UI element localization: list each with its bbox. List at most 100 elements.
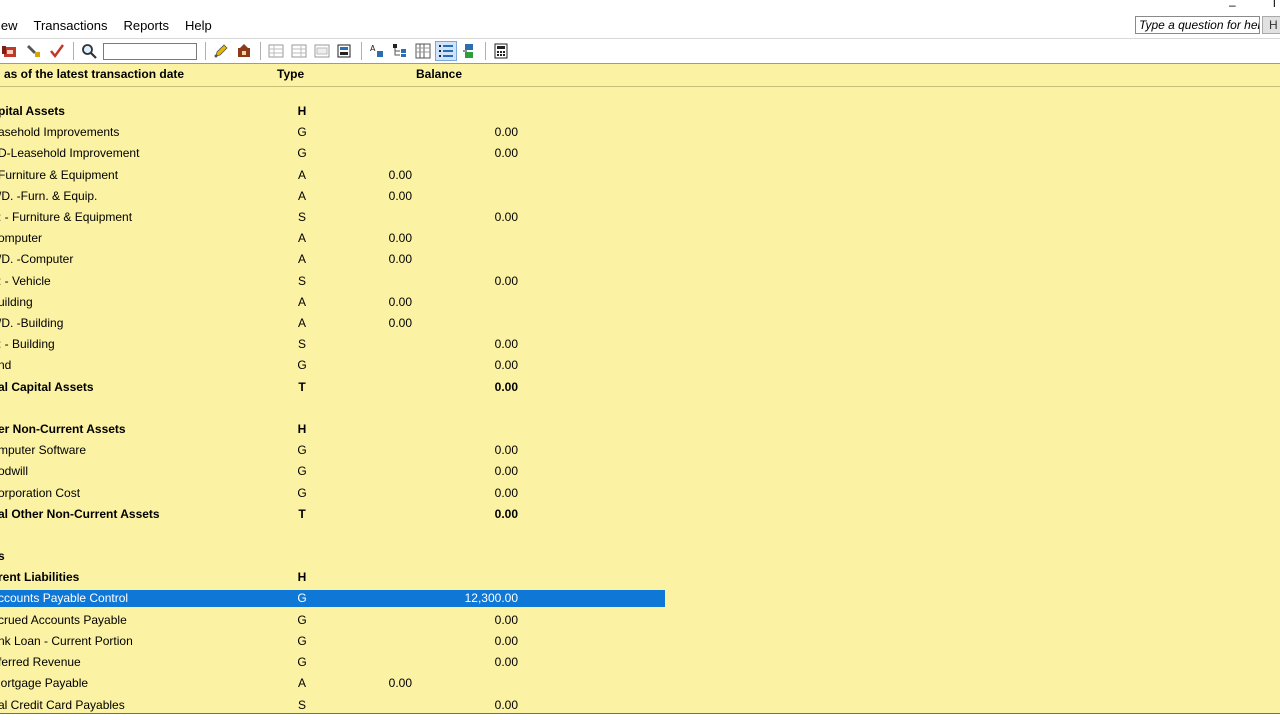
account-type: G (297, 655, 307, 670)
account-name: ferred Revenue (0, 655, 81, 670)
debit-balance: 0.00 (388, 294, 412, 309)
header-name: as of the latest transaction date (4, 67, 185, 81)
tree-icon[interactable] (389, 41, 411, 61)
table-row[interactable]: al Credit Card Payables S 0.00 (0, 695, 1280, 713)
grid-view-3-icon[interactable] (311, 41, 333, 61)
account-name: : - Building (0, 337, 55, 352)
account-type: S (297, 697, 306, 712)
table-row[interactable]: odwill G 0.00 (0, 461, 1280, 482)
table-row[interactable]: al Other Non-Current Assets T 0.00 (0, 504, 1280, 525)
header-divider (0, 86, 1280, 87)
toolbar-search-input[interactable] (103, 42, 197, 60)
table-row[interactable]: pital Assets H (0, 101, 1280, 122)
table-row[interactable]: nk Loan - Current Portion G 0.00 (0, 631, 1280, 652)
account-name: Furniture & Equipment (0, 167, 119, 182)
menu-transactions[interactable]: Transactions (26, 18, 116, 34)
credit-balance: 0.00 (494, 337, 518, 352)
grid-view-1-icon[interactable] (265, 41, 287, 61)
account-name: : - Furniture & Equipment (0, 210, 133, 224)
table-row[interactable]: orporation Cost G 0.00 (0, 483, 1280, 504)
table-row[interactable]: /D. -Building A 0.00 (0, 313, 1280, 334)
table-row[interactable]: rent Liabilities H (0, 567, 1280, 588)
account-name: al Credit Card Payables (0, 697, 125, 712)
table-row[interactable] (0, 525, 1280, 546)
list-view-icon[interactable] (435, 41, 457, 61)
menu-reports[interactable]: Reports (115, 18, 177, 34)
columns-icon[interactable] (412, 41, 434, 61)
account-type: A (297, 167, 306, 182)
table-row[interactable]: mputer Software G 0.00 (0, 440, 1280, 461)
account-type: G (297, 485, 307, 500)
account-name: : - Vehicle (0, 273, 51, 288)
credit-balance: 0.00 (494, 464, 518, 479)
journal-icon[interactable] (233, 41, 255, 61)
find-icon[interactable] (78, 41, 100, 61)
table-row[interactable]: ferred Revenue G 0.00 (0, 652, 1280, 673)
account-type: G (297, 464, 307, 479)
account-name: asehold Improvements (0, 125, 120, 140)
debit-balance: 0.00 (388, 316, 412, 330)
delete-record-icon[interactable] (0, 41, 22, 61)
help-search-input[interactable]: Type a question for help (1135, 16, 1260, 34)
toolbar-separator (361, 42, 362, 60)
account-type: G (297, 443, 307, 458)
account-type: A (297, 252, 306, 267)
menu-help[interactable]: Help (177, 18, 220, 34)
table-row[interactable]: /D. -Computer A 0.00 (0, 249, 1280, 270)
account-name: orporation Cost (0, 485, 81, 500)
toolbar-separator (73, 42, 74, 60)
help-button[interactable]: H (1262, 16, 1280, 34)
table-row[interactable]: nd G 0.00 (0, 355, 1280, 376)
account-type: G (297, 590, 307, 605)
account-type: G (297, 612, 307, 627)
account-type: H (297, 104, 307, 118)
credit-balance: 0.00 (494, 697, 518, 712)
edit-icon[interactable] (210, 41, 232, 61)
table-row[interactable]: uilding A 0.00 (0, 292, 1280, 313)
check-icon[interactable] (46, 41, 68, 61)
export-icon[interactable] (334, 41, 356, 61)
menu-view[interactable]: iew (0, 18, 26, 34)
header-balance: Balance (416, 67, 463, 81)
table-row[interactable]: al Capital Assets T 0.00 (0, 377, 1280, 398)
grid-view-2-icon[interactable] (288, 41, 310, 61)
account-type: H (297, 422, 307, 436)
table-row[interactable]: : - Building S 0.00 (0, 334, 1280, 355)
table-row[interactable]: crued Accounts Payable G 0.00 (0, 610, 1280, 631)
refresh-icon[interactable] (458, 41, 480, 61)
table-row[interactable]: er Non-Current Assets H (0, 419, 1280, 440)
menu-bar: iew Transactions Reports Help – l Type a… (0, 0, 1280, 38)
table-row[interactable]: asehold Improvements G 0.00 (0, 122, 1280, 143)
table-row[interactable] (0, 398, 1280, 419)
minimize-icon[interactable]: – (1229, 0, 1236, 12)
window-control-icon[interactable]: l (1273, 0, 1276, 10)
account-name: nd (0, 358, 12, 373)
account-type: A (297, 231, 306, 246)
account-name: crued Accounts Payable (0, 612, 127, 627)
credit-balance: 0.00 (494, 655, 518, 670)
account-type: S (297, 337, 306, 352)
svg-text:A: A (370, 44, 376, 53)
debit-balance: 0.00 (388, 167, 412, 182)
table-row[interactable]: s (0, 546, 1280, 567)
account-name: mputer Software (0, 443, 87, 458)
account-name: /D. -Building (0, 316, 64, 330)
table-row[interactable]: lortgage Payable A 0.00 (0, 673, 1280, 694)
account-type: A (297, 188, 306, 203)
table-row[interactable]: : - Vehicle S 0.00 (0, 271, 1280, 292)
table-row[interactable]: Furniture & Equipment A 0.00 (0, 165, 1280, 186)
toolbar-separator (205, 42, 206, 60)
sort-icon[interactable]: A (366, 41, 388, 61)
customize-icon[interactable] (23, 41, 45, 61)
account-type: G (297, 634, 307, 648)
toolbar-separator (485, 42, 486, 60)
table-row[interactable]: D-Leasehold Improvement G 0.00 (0, 143, 1280, 164)
credit-balance: 0.00 (494, 506, 518, 521)
status-bar (0, 713, 1280, 720)
table-row[interactable]: /D. -Furn. & Equip. A 0.00 (0, 186, 1280, 207)
calculator-icon[interactable] (490, 41, 512, 61)
table-row[interactable]: : - Furniture & Equipment S 0.00 (0, 207, 1280, 228)
table-row[interactable]: omputer A 0.00 (0, 228, 1280, 249)
credit-balance: 12,300.00 (464, 590, 518, 605)
table-row[interactable]: ccounts Payable Control G 12,300.00 (0, 589, 1280, 610)
